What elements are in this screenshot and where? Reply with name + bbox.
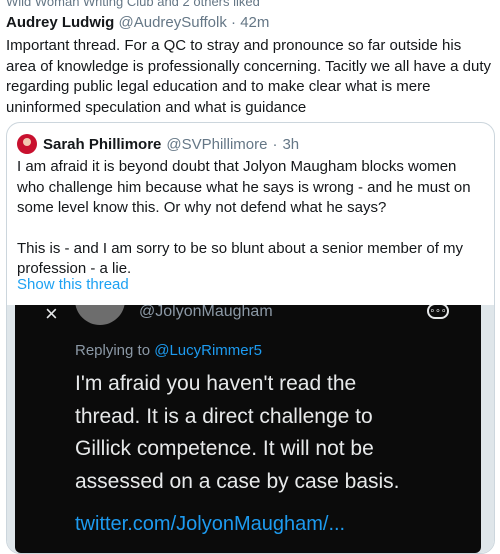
replying-to-handle: @LucyRimmer5 [154,342,262,359]
quoted-tweet[interactable]: Sarah Phillimore @SVPhillimore · 3h I am… [6,122,495,554]
tweet-header: Audrey Ludwig @AudreySuffolk · 42m [6,14,269,31]
inner-replying-to: Replying to @LucyRimmer5 [75,342,262,359]
show-thread-link[interactable]: Show this thread [17,276,129,293]
screenshot-image: × ∘∘∘ @JolyonMaugham Replying to @LucyRi… [15,305,481,553]
quoted-paragraph-1: I am afraid it is beyond doubt that Joly… [17,158,471,216]
separator-dot: · [272,135,278,153]
tweet-time[interactable]: 42m [240,14,269,31]
replying-prefix: Replying to [75,342,155,359]
quoted-tweet-text: I am afraid it is beyond doubt that Joly… [17,157,487,280]
quoted-author-name[interactable]: Sarah Phillimore [43,136,161,153]
close-icon: × [45,305,58,326]
inner-handle: @JolyonMaugham [139,305,273,320]
quoted-author-handle[interactable]: @SVPhillimore [166,136,267,153]
media-image[interactable]: × ∘∘∘ @JolyonMaugham Replying to @LucyRi… [7,305,494,553]
more-icon: ∘∘∘ [427,305,449,319]
avatar[interactable] [17,134,37,154]
tweet-text: Important thread. For a QC to stray and … [6,37,491,116]
inner-link: twitter.com/JolyonMaugham/... [75,513,346,535]
separator-dot: · [231,14,237,31]
author-name[interactable]: Audrey Ludwig [6,14,114,31]
inner-tweet-text: I'm afraid you haven't read the thread. … [75,372,400,493]
social-context: Wild Woman Writing Club and 2 others lik… [6,0,260,9]
quoted-tweet-time[interactable]: 3h [282,136,299,153]
quoted-paragraph-2: This is - and I am sorry to be so blunt … [17,239,464,278]
quoted-tweet-header: Sarah Phillimore @SVPhillimore · 3h [17,134,299,154]
author-handle[interactable]: @AudreySuffolk [119,14,227,31]
inner-avatar [75,305,125,325]
